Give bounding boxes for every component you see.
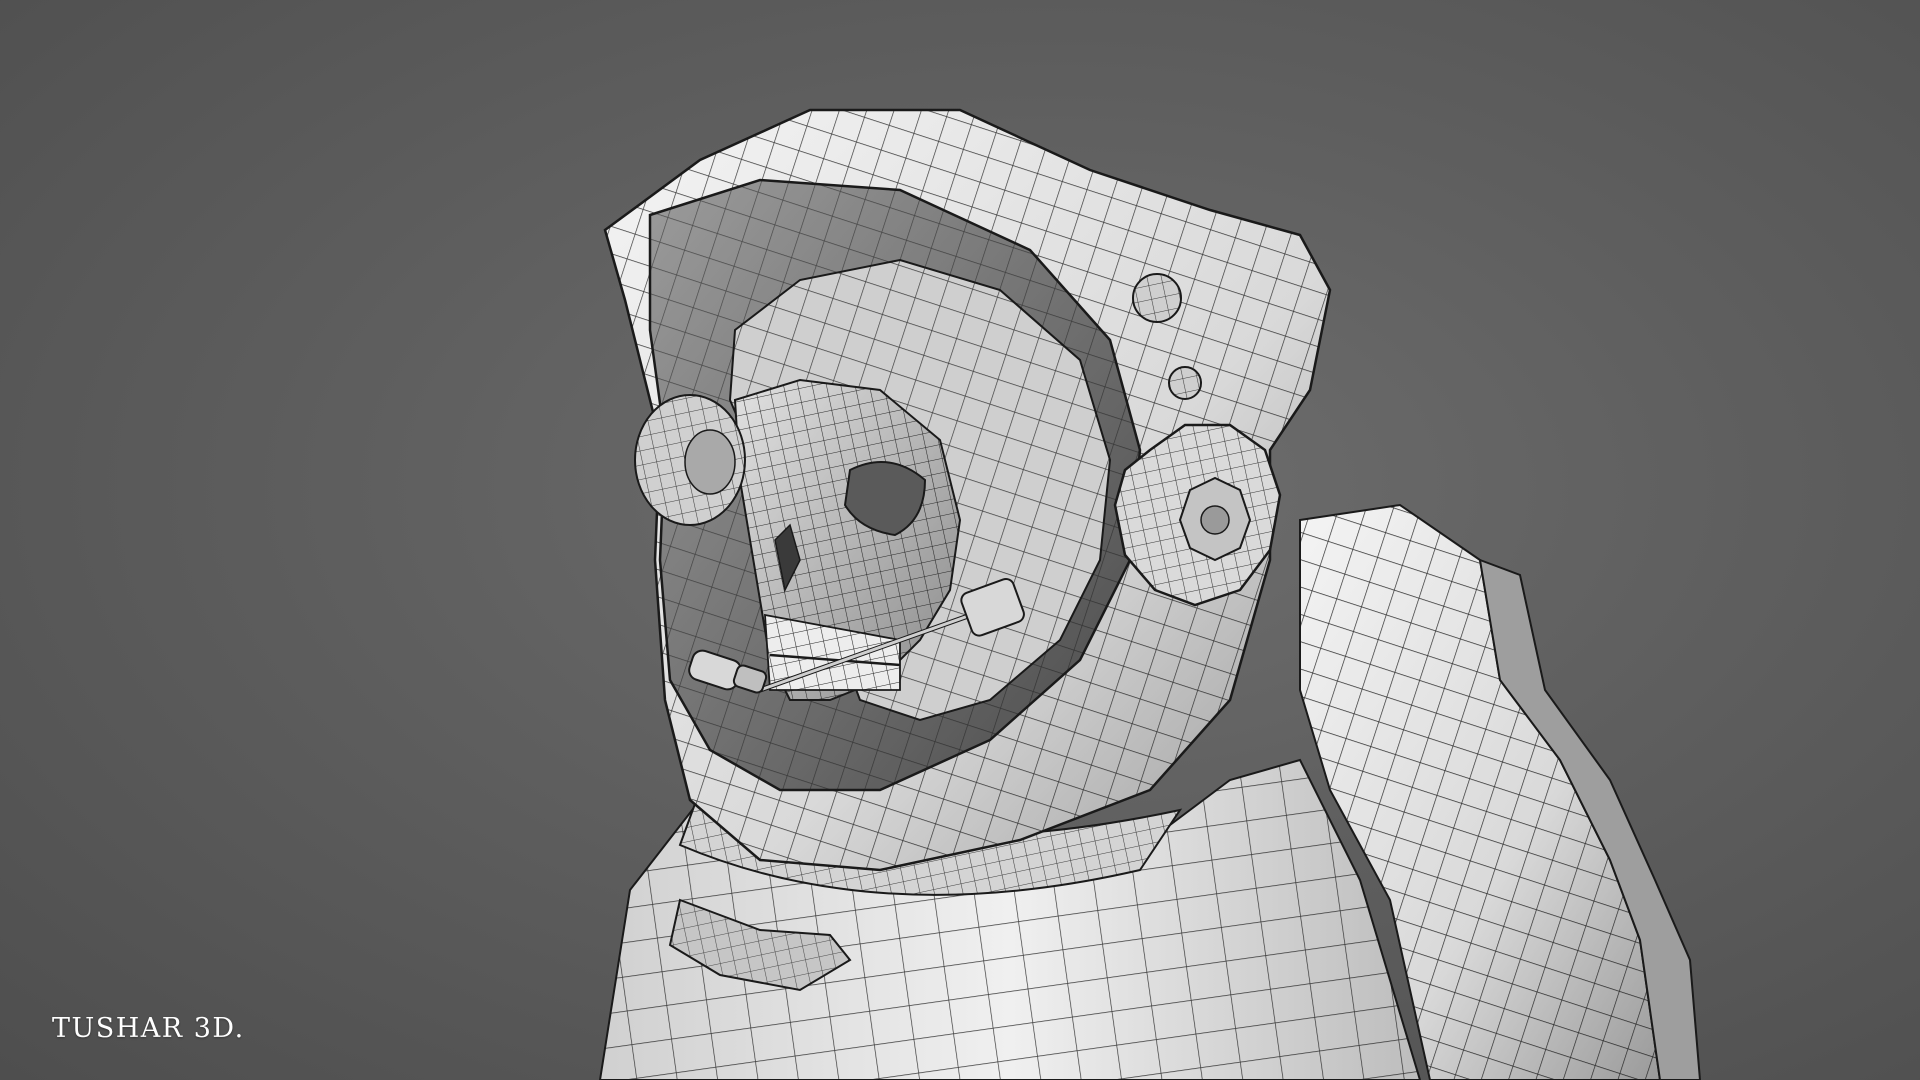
left-earcup [634,394,746,526]
helmet-knob-upper [1132,273,1182,323]
render-viewport [0,0,1920,1080]
watermark-text: TUSHAR 3D. [52,1013,245,1044]
helmet-knob-lower [1168,366,1202,400]
model-render [598,108,1702,1080]
